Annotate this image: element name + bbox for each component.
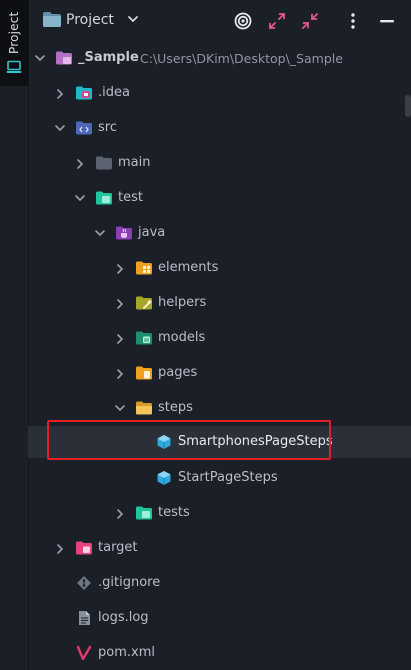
collapse-all-icon[interactable] [300,11,320,31]
project-tool-tab[interactable]: Project [0,0,28,86]
tree-item-tests[interactable]: tests [28,499,411,527]
tree-item-label: steps [158,400,193,415]
maven-icon [76,645,92,661]
elements-folder-icon [136,261,152,275]
minimize-icon[interactable] [377,11,397,31]
laptop-icon [6,60,22,73]
view-selector-title[interactable]: Project [66,12,114,28]
tree-item-label: pages [158,365,198,380]
chevron-down-icon[interactable] [94,228,106,238]
chevron-right-icon[interactable] [115,368,125,380]
source-folder-icon [76,121,92,135]
excluded-folder-icon [76,541,92,555]
chevron-right-icon[interactable] [55,543,65,555]
tests-folder-icon [136,506,152,520]
expand-all-icon[interactable] [267,11,287,31]
tree-item-label: main [118,155,151,170]
tree-item-label: target [98,540,138,555]
tree-item-label: StartPageSteps [178,470,278,485]
tree-item-logs[interactable]: logs.log [28,604,411,632]
tree-item-label: src [98,120,117,135]
tree-item-root[interactable]: _Sample C:\Users\DKim\Desktop\_Sample [28,44,411,72]
chevron-down-icon[interactable] [54,123,66,133]
tree-item-helpers[interactable]: helpers [28,289,411,317]
folder-open-icon [136,401,152,415]
scrollbar-thumb[interactable] [405,95,411,117]
tree-item-models[interactable]: models [28,324,411,352]
folder-icon [43,12,61,27]
tree-item-gitignore[interactable]: .gitignore [28,569,411,597]
tree-item-label: _Sample [78,50,139,65]
class-cube-icon [157,471,171,485]
chevron-right-icon[interactable] [55,88,65,100]
helpers-folder-icon [136,296,152,310]
chevron-right-icon[interactable] [115,508,125,520]
tree-item-pom[interactable]: pom.xml [28,639,411,667]
chevron-right-icon[interactable] [115,298,125,310]
tree-item-path: C:\Users\DKim\Desktop\_Sample [140,51,343,66]
tree-item-java[interactable]: java [28,219,411,247]
tree-item-main[interactable]: main [28,149,411,177]
tree-item-steps[interactable]: steps [28,394,411,422]
chevron-right-icon[interactable] [75,158,85,170]
tree-item-label: pom.xml [98,645,155,660]
module-folder-icon [56,51,72,65]
more-options-icon[interactable] [343,11,363,31]
selection-highlight-box [47,420,331,460]
text-file-icon [79,611,90,625]
chevron-down-icon[interactable] [127,14,139,24]
tree-item-src[interactable]: src [28,114,411,142]
models-folder-icon [136,331,152,345]
idea-folder-icon [76,86,92,100]
tool-window-strip [0,0,29,670]
tree-item-target[interactable]: target [28,534,411,562]
tree-item-pages[interactable]: pages [28,359,411,387]
folder-icon [96,156,112,170]
tree-item-test[interactable]: test [28,184,411,212]
tree-item-label: models [158,330,206,345]
project-tool-tab-label: Project [7,11,21,54]
target-icon[interactable] [233,11,253,31]
git-file-icon [77,576,91,590]
test-folder-icon [96,191,112,205]
project-header: Project [28,0,411,40]
tree-item-label: .gitignore [98,575,161,590]
tree-item-idea[interactable]: .idea [28,79,411,107]
chevron-down-icon[interactable] [34,53,46,63]
tree-item-label: java [138,225,166,240]
tree-item-label: .idea [98,85,130,100]
tree-item-label: logs.log [98,610,149,625]
chevron-down-icon[interactable] [74,193,86,203]
tree-item-label: test [118,190,143,205]
pages-folder-icon [136,366,152,380]
tree-item-start-page-steps[interactable]: StartPageSteps [28,464,411,492]
chevron-right-icon[interactable] [115,333,125,345]
tree-item-label: elements [158,260,219,275]
java-folder-icon [116,226,132,240]
tree-item-label: helpers [158,295,207,310]
chevron-down-icon[interactable] [114,403,126,413]
chevron-right-icon[interactable] [115,263,125,275]
tree-item-label: tests [158,505,190,520]
tree-item-elements[interactable]: elements [28,254,411,282]
